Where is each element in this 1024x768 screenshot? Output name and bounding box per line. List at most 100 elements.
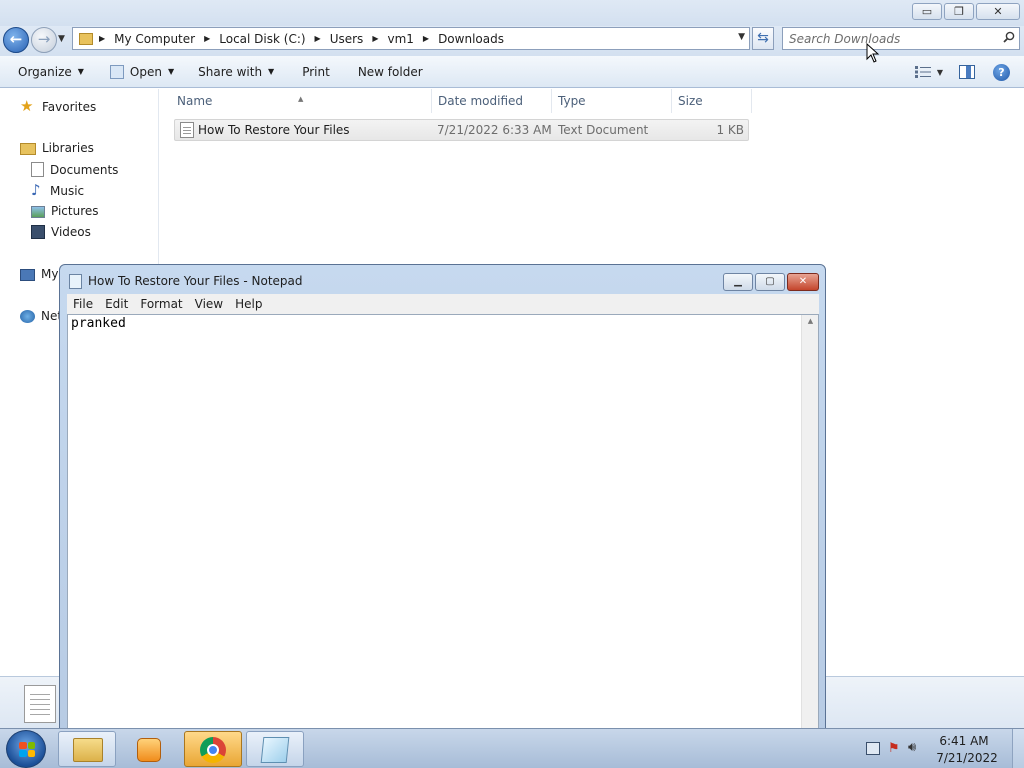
organize-label: Organize [18, 64, 72, 79]
nav-label-music: Music [50, 183, 85, 198]
search-box [782, 27, 1020, 50]
new-folder-label: New folder [357, 64, 423, 79]
nav-label-favorites: Favorites [42, 99, 97, 114]
notepad-minimize-button[interactable]: ▁ [723, 273, 753, 291]
share-with-label: Share with [198, 64, 263, 79]
search-icon[interactable] [1003, 31, 1015, 43]
explorer-window-buttons: ▭ ❐ ✕ [912, 3, 1020, 20]
address-bar[interactable]: ▶ My Computer ▶ Local Disk (C:) ▶ Users … [72, 27, 750, 50]
close-button[interactable]: ✕ [976, 3, 1020, 20]
file-size: 1 KB [716, 123, 744, 137]
nav-item-favorites[interactable]: ★ Favorites [20, 99, 96, 114]
volume-icon[interactable]: 🔊︎ [908, 740, 916, 755]
clock-date[interactable]: 7/21/2022 [932, 751, 1002, 765]
nav-item-network[interactable]: Net [20, 309, 62, 323]
notepad-window: How To Restore Your Files - Notepad ▁ ▢ … [59, 264, 826, 736]
taskbar-explorer-button[interactable] [58, 731, 116, 767]
mouse-cursor-icon [866, 43, 880, 63]
print-button[interactable]: Print [293, 59, 339, 85]
nav-label-computer: My [41, 267, 59, 281]
text-document-icon [24, 685, 56, 723]
chevron-down-icon: ▼ [268, 67, 275, 76]
address-dropdown-button[interactable]: ▼ [738, 32, 745, 42]
chevron-right-icon[interactable]: ▶ [372, 34, 378, 43]
nav-item-documents[interactable]: Documents [31, 162, 118, 177]
column-header-size[interactable]: Size [671, 89, 752, 113]
menu-help[interactable]: Help [229, 297, 268, 311]
vertical-scrollbar[interactable]: ▲ [801, 315, 818, 736]
print-label: Print [302, 64, 330, 79]
music-icon: ♪ [31, 181, 41, 199]
file-date-modified: 7/21/2022 6:33 AM [437, 123, 552, 137]
notepad-menubar: File Edit Format View Help [67, 294, 819, 314]
chevron-right-icon[interactable]: ▶ [99, 34, 105, 43]
menu-view[interactable]: View [189, 297, 229, 311]
forward-button[interactable]: → [31, 27, 57, 53]
breadcrumb-users[interactable]: Users [330, 32, 364, 46]
notepad-maximize-button[interactable]: ▢ [755, 273, 785, 291]
preview-pane-icon[interactable] [959, 65, 975, 79]
libraries-icon [20, 143, 36, 155]
file-row[interactable]: How To Restore Your Files 7/21/2022 6:33… [174, 119, 749, 141]
column-label-name: Name [177, 94, 213, 108]
new-folder-button[interactable]: New folder [349, 59, 432, 85]
change-view-icon[interactable] [914, 66, 931, 78]
nav-item-pictures[interactable]: Pictures [31, 204, 99, 218]
notepad-text-input[interactable]: pranked [71, 316, 801, 716]
menu-format[interactable]: Format [134, 297, 188, 311]
computer-icon [20, 269, 35, 281]
minimize-button[interactable]: ▭ [912, 3, 942, 20]
windows-logo-icon [19, 742, 35, 757]
nav-item-music[interactable]: ♪ Music [31, 183, 84, 198]
restore-icon: ❐ [954, 5, 964, 18]
nav-item-computer[interactable]: My [20, 267, 58, 281]
system-tray: ⚑ 🔊︎ 6:41 AM 7/21/2022 [854, 729, 1024, 768]
pictures-icon [31, 206, 45, 218]
nav-item-libraries[interactable]: Libraries [20, 141, 94, 155]
nav-label-libraries: Libraries [42, 141, 94, 155]
breadcrumb-my-computer[interactable]: My Computer [114, 32, 195, 46]
refresh-button[interactable]: ⇆ [752, 27, 774, 50]
chevron-right-icon[interactable]: ▶ [423, 34, 429, 43]
views-dropdown-icon[interactable]: ▼ [937, 68, 943, 77]
taskbar-notepad-button[interactable] [246, 731, 304, 767]
back-button[interactable]: ← [3, 27, 29, 53]
chevron-down-icon: ▼ [167, 67, 175, 76]
search-input[interactable] [783, 28, 993, 49]
breadcrumb-vm1[interactable]: vm1 [387, 32, 413, 46]
column-header-date-modified[interactable]: Date modified [431, 89, 552, 113]
start-button[interactable] [6, 730, 46, 768]
breadcrumb-downloads[interactable]: Downloads [438, 32, 504, 46]
taskbar-chrome-button[interactable] [184, 731, 242, 767]
column-header-name[interactable]: Name ▲ [170, 89, 432, 113]
taskbar: ⚑ 🔊︎ 6:41 AM 7/21/2022 [0, 728, 1024, 768]
menu-file[interactable]: File [67, 297, 99, 311]
recent-pages-dropdown[interactable]: ▼ [58, 34, 65, 44]
open-label: Open [129, 64, 162, 79]
explorer-icon [73, 738, 103, 762]
column-label-date-modified: Date modified [438, 94, 524, 108]
show-desktop-button[interactable] [1012, 729, 1024, 768]
close-icon: ✕ [798, 276, 808, 287]
open-button[interactable]: Open ▼ [101, 59, 183, 85]
chevron-right-icon[interactable]: ▶ [315, 34, 321, 43]
action-center-icon[interactable]: ⚑ [888, 741, 900, 756]
clock-time[interactable]: 6:41 AM [934, 734, 994, 748]
taskbar-media-player-button[interactable] [120, 731, 178, 767]
share-with-button[interactable]: Share with ▼ [189, 59, 283, 85]
help-icon[interactable]: ? [993, 63, 1010, 81]
chevron-right-icon[interactable]: ▶ [204, 34, 210, 43]
back-arrow-icon: ← [9, 30, 23, 48]
breadcrumb-local-disk[interactable]: Local Disk (C:) [219, 32, 305, 46]
column-header-type[interactable]: Type [551, 89, 672, 113]
menu-edit[interactable]: Edit [99, 297, 134, 311]
nav-item-videos[interactable]: Videos [31, 225, 91, 239]
minimize-icon: ▭ [921, 5, 933, 18]
network-status-icon[interactable] [866, 742, 880, 755]
nav-label-documents: Documents [50, 162, 119, 177]
restore-button[interactable]: ❐ [944, 3, 974, 20]
refresh-icon: ⇆ [757, 30, 769, 46]
notepad-close-button[interactable]: ✕ [787, 273, 819, 291]
scroll-up-icon[interactable]: ▲ [802, 317, 819, 325]
organize-button[interactable]: Organize ▼ [9, 59, 93, 85]
